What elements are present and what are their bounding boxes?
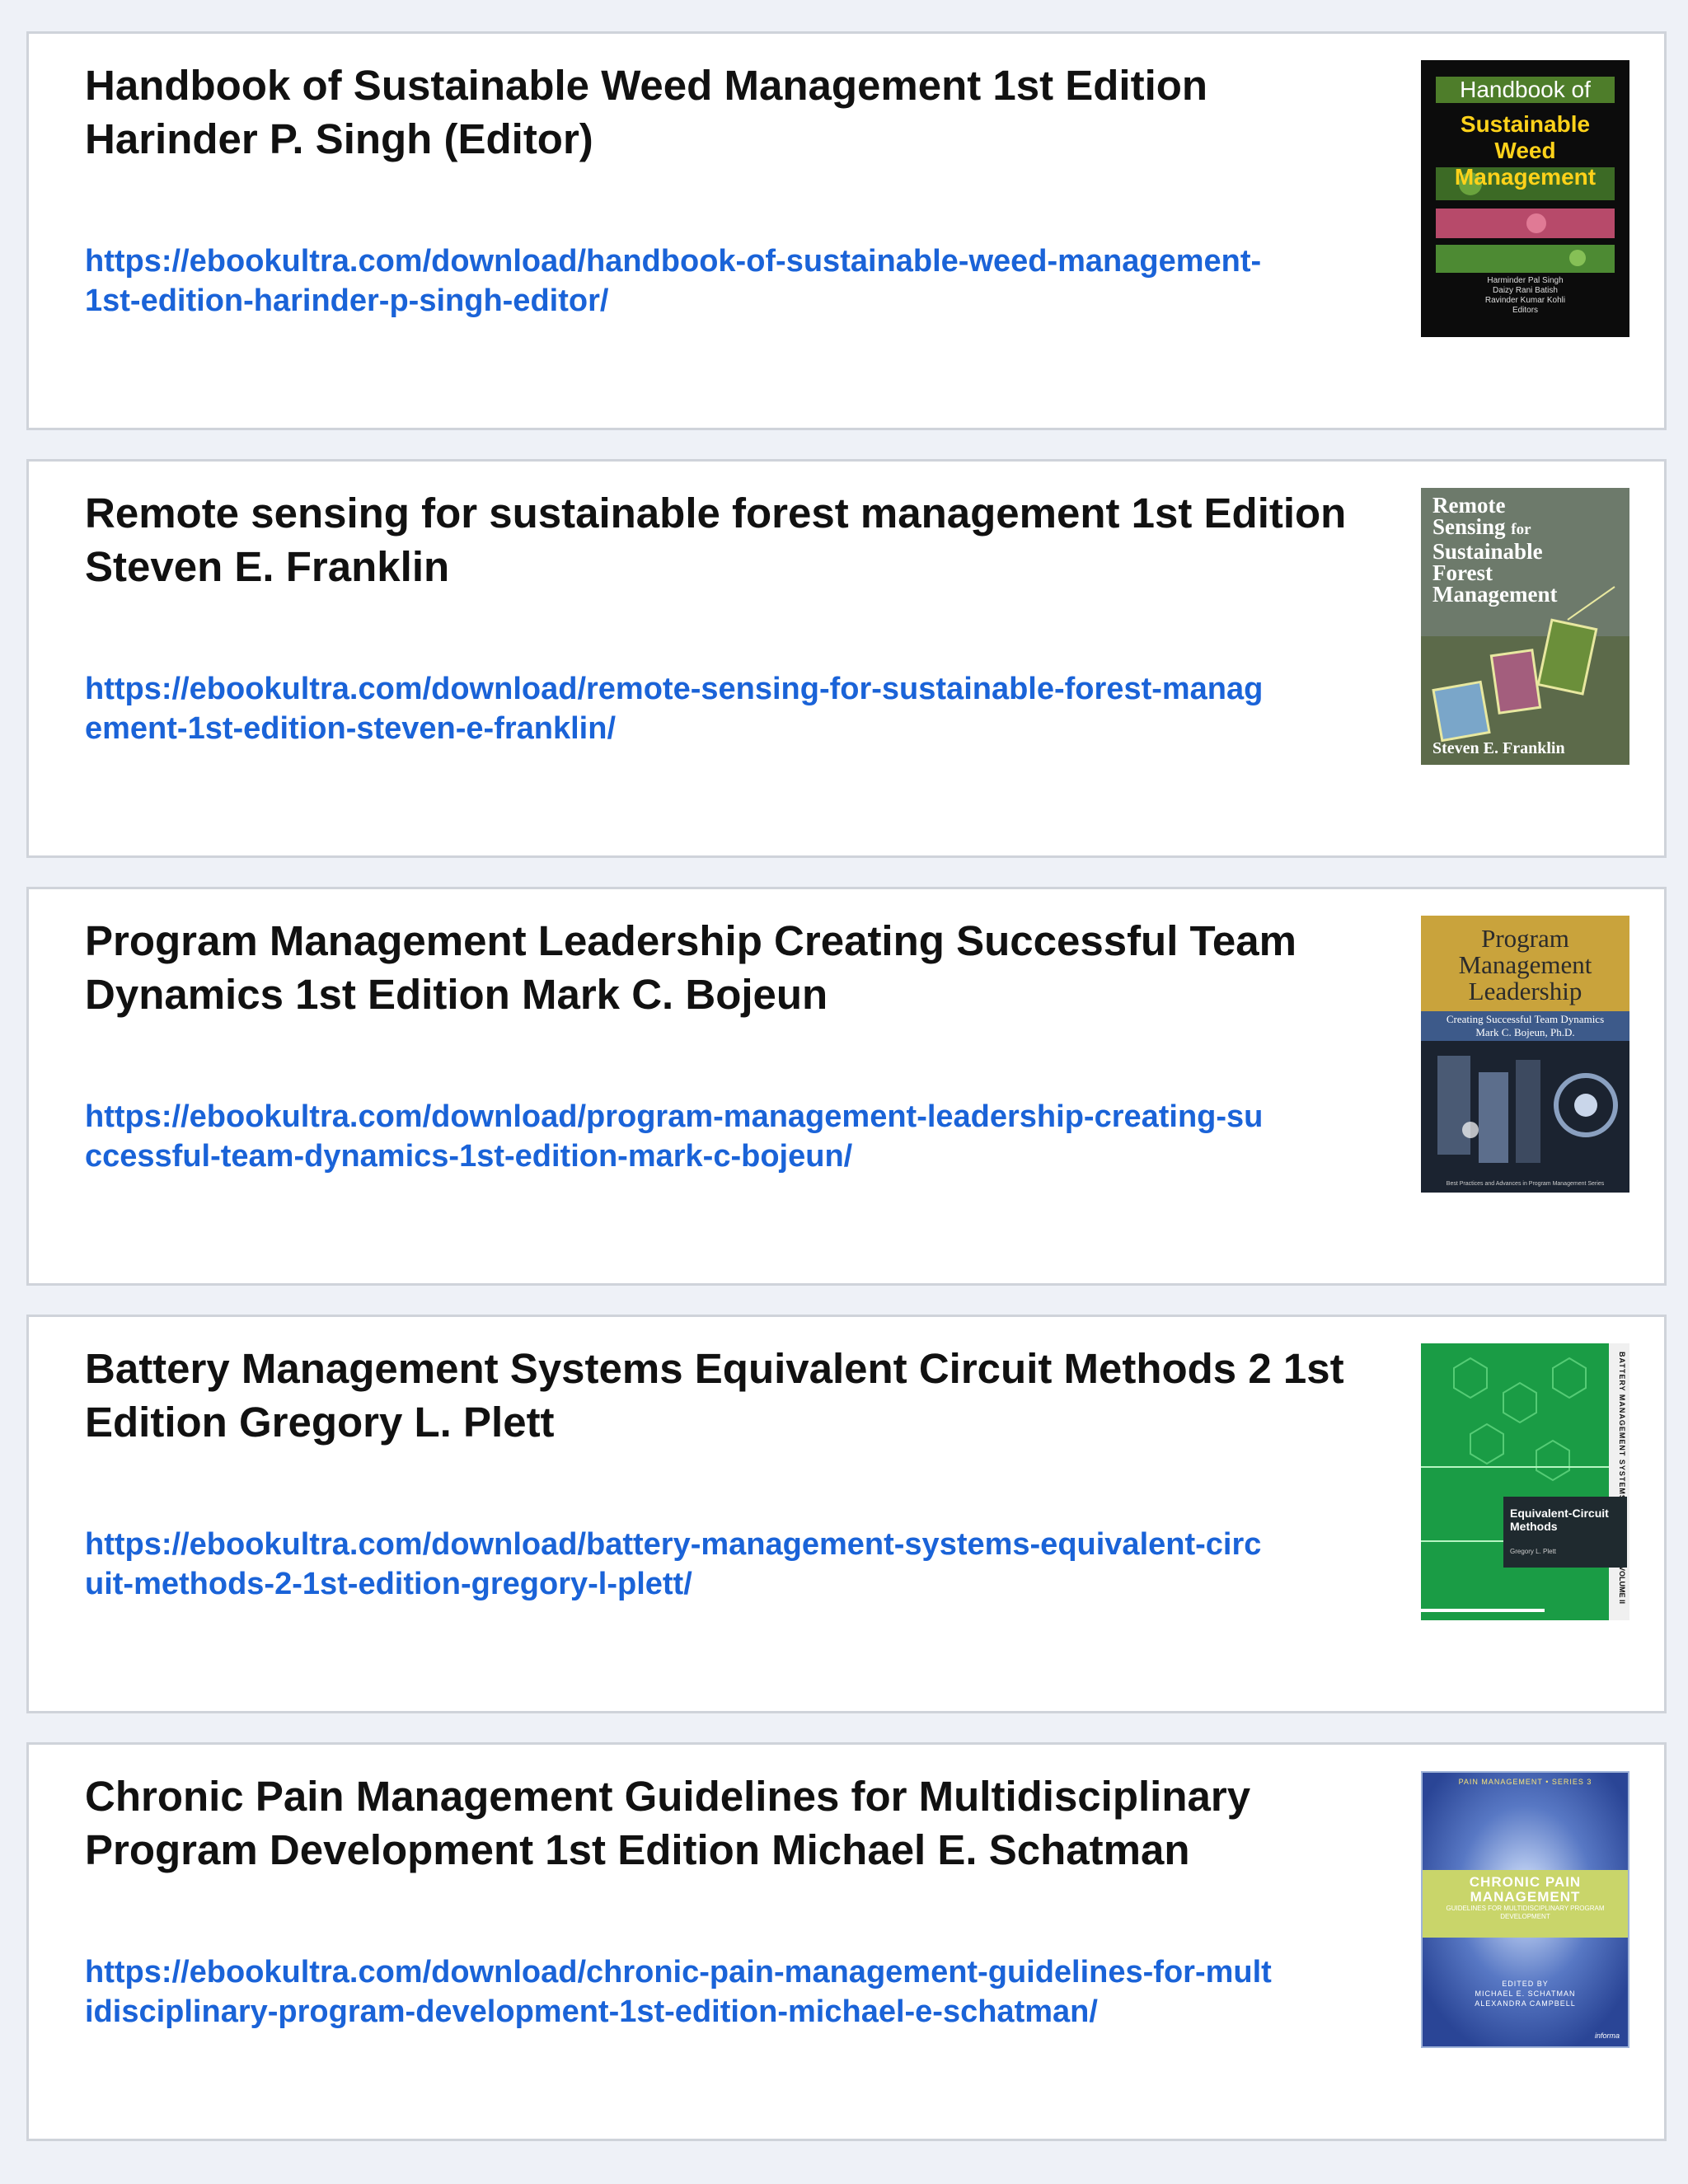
book-download-link[interactable]: https://ebookultra.com/download/handbook…: [85, 241, 1272, 321]
book-card: Battery Management Systems Equivalent Ci…: [26, 1315, 1667, 1713]
cover-title-line: MANAGEMENT: [1470, 1889, 1581, 1905]
cover-title-line: Weed Management: [1454, 138, 1597, 190]
cover-title-box: Equivalent-Circuit Methods Gregory L. Pl…: [1503, 1497, 1627, 1568]
book-cover-image[interactable]: PAIN MANAGEMENT • SERIES 3 CHRONIC PAIN …: [1421, 1771, 1629, 2048]
cover-title-line: Sustainable: [1460, 111, 1591, 137]
cover-title-line: CHRONIC PAIN: [1469, 1874, 1582, 1890]
book-title: Remote sensing for sustainable forest ma…: [85, 490, 1347, 590]
book-download-link[interactable]: https://ebookultra.com/download/chronic-…: [85, 1952, 1272, 2032]
book-card: Chronic Pain Management Guidelines for M…: [26, 1742, 1667, 2141]
cover-title: Remote Sensing for Sustainable Forest Ma…: [1432, 493, 1558, 607]
cover-title-line: Sensing for: [1432, 516, 1557, 541]
cover-title-line: Sustainable: [1432, 539, 1543, 564]
cover-series: Best Practices and Advances in Program M…: [1446, 1181, 1605, 1187]
cover-spine-title: BATTERY MANAGEMENT SYSTEMS: [1618, 1352, 1626, 1501]
cover-title-line: Management: [1458, 950, 1592, 979]
book-cover-image[interactable]: Program Management Leadership Creating S…: [1421, 916, 1629, 1193]
cover-title-line: Forest: [1432, 560, 1493, 585]
cover-title: Equivalent-Circuit Methods: [1510, 1507, 1609, 1533]
cover-title-line: Management: [1432, 582, 1558, 607]
cover-authors: Harminder Pal Singh Daizy Rani Batish Ra…: [1484, 276, 1566, 315]
book-title: Handbook of Sustainable Weed Management …: [85, 62, 1208, 162]
cover-artwork: [1421, 1343, 1629, 1620]
book-title: Chronic Pain Management Guidelines for M…: [85, 1773, 1251, 1873]
cover-subtitle: Creating Successful Team Dynamics Mark C…: [1421, 1011, 1629, 1041]
cover-series: PAIN MANAGEMENT • SERIES 3: [1458, 1778, 1592, 1786]
book-cover-image[interactable]: BATTERY MANAGEMENT SYSTEMS VOLUME II Equ…: [1421, 1343, 1629, 1620]
cover-title-line: Handbook of: [1436, 77, 1615, 103]
cover-publisher-logo: informa: [1594, 2032, 1620, 2040]
cover-author: Gregory L. Plett: [1510, 1548, 1557, 1555]
cover-author: Mark C. Bojeun, Ph.D.: [1475, 1026, 1575, 1038]
cover-author: Steven E. Franklin: [1432, 739, 1565, 757]
book-download-link[interactable]: https://ebookultra.com/download/remote-s…: [85, 669, 1272, 748]
cover-volume: VOLUME II: [1618, 1565, 1626, 1604]
cover-subtitle-text: Creating Successful Team Dynamics: [1446, 1013, 1605, 1025]
book-card: Remote sensing for sustainable forest ma…: [26, 459, 1667, 858]
book-card: Program Management Leadership Creating S…: [26, 887, 1667, 1286]
book-title: Program Management Leadership Creating S…: [85, 917, 1296, 1018]
cover-editor: ALEXANDRA CAMPBELL: [1475, 1999, 1576, 2008]
book-card: Handbook of Sustainable Weed Management …: [26, 31, 1667, 430]
cover-editor: MICHAEL E. SCHATMAN: [1475, 1990, 1576, 1998]
cover-title-word: for: [1511, 521, 1531, 538]
cover-title-line: Remote: [1432, 493, 1506, 518]
cover-editors: EDITED BY MICHAEL E. SCHATMAN ALEXANDRA …: [1423, 1979, 1628, 2008]
book-download-link[interactable]: https://ebookultra.com/download/program-…: [85, 1097, 1272, 1176]
book-title: Battery Management Systems Equivalent Ci…: [85, 1345, 1344, 1446]
cover-title-line: Leadership: [1468, 977, 1582, 1005]
book-cover-image[interactable]: Handbook of Sustainable Weed Management …: [1421, 60, 1629, 337]
cover-title-band: CHRONIC PAIN MANAGEMENT GUIDELINES FOR M…: [1423, 1870, 1628, 1938]
book-cover-image[interactable]: Remote Sensing for Sustainable Forest Ma…: [1421, 488, 1629, 765]
cover-title-word: Sensing: [1432, 514, 1506, 539]
cover-edited-by: EDITED BY: [1502, 1980, 1549, 1988]
book-download-link[interactable]: https://ebookultra.com/download/battery-…: [85, 1525, 1272, 1604]
cover-subtitle: GUIDELINES FOR MULTIDISCIPLINARY PROGRAM…: [1446, 1905, 1605, 1920]
cover-title-line: Program: [1481, 924, 1569, 953]
cover-title: Program Management Leadership: [1421, 926, 1629, 1005]
